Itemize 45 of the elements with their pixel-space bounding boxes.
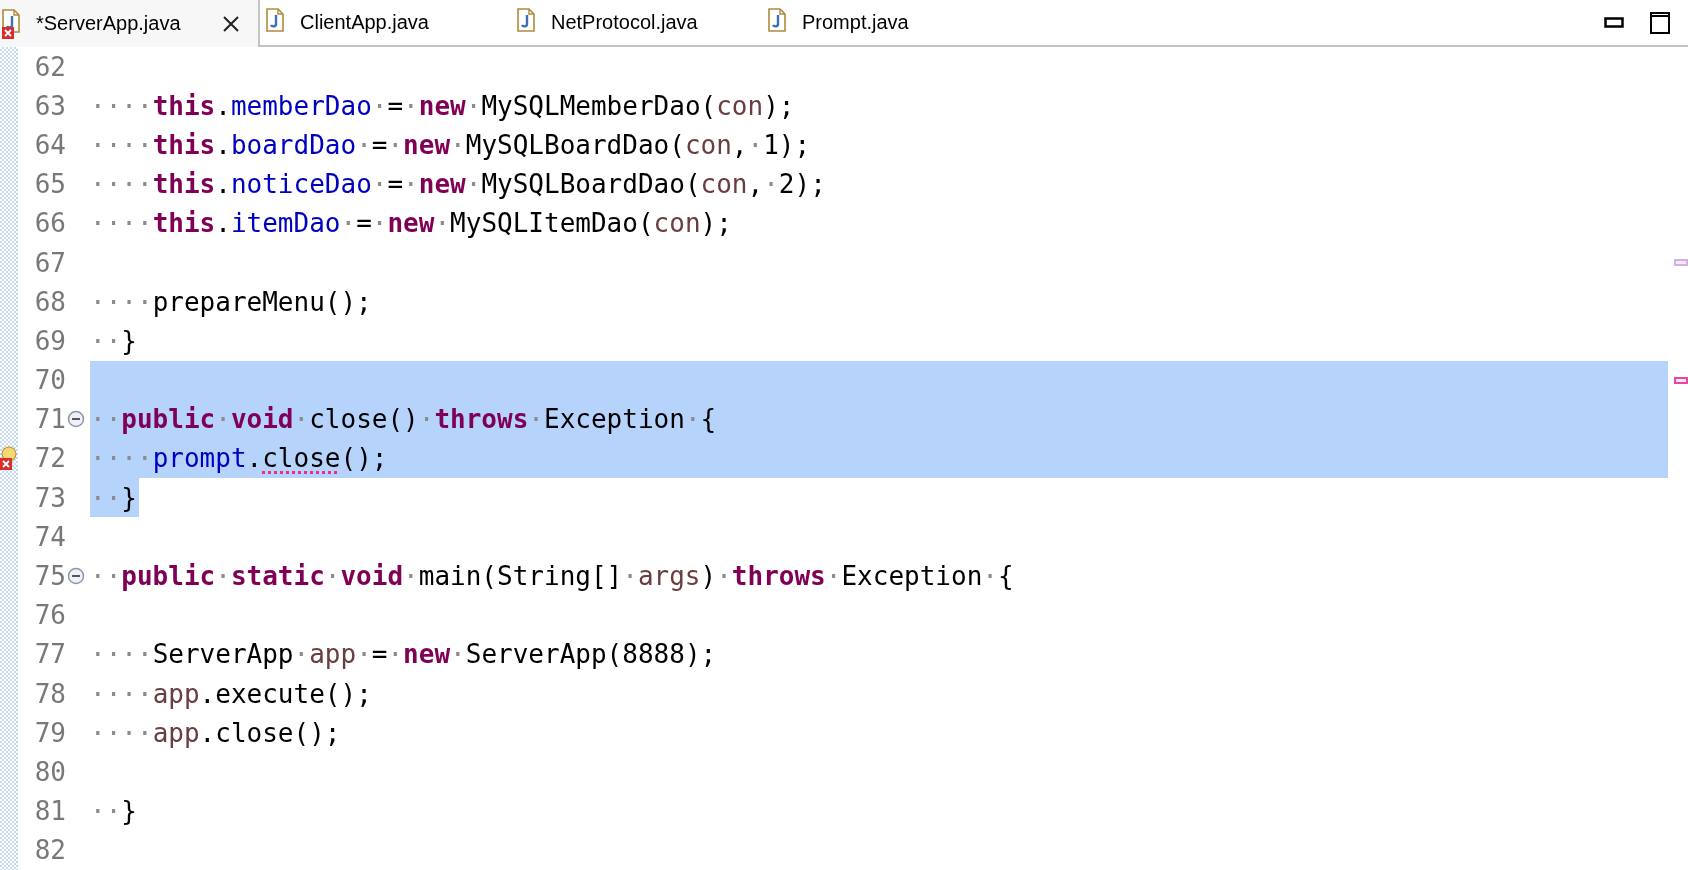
code-line: ····app.close(); xyxy=(90,716,342,750)
overview-marker[interactable] xyxy=(1674,376,1688,384)
line-number: 62 xyxy=(33,51,66,82)
code-line: ····this.noticeDao·=·new·MySQLBoardDao(con,·2); xyxy=(90,168,827,202)
code-line: ····ServerApp·app·=·new·ServerApp(8888); xyxy=(90,638,718,672)
code-line: ··} xyxy=(90,795,138,829)
line-number: 67 xyxy=(33,247,66,278)
java-file-icon xyxy=(768,7,786,32)
line-number: 72 xyxy=(33,443,66,474)
collapse-icon[interactable] xyxy=(67,410,85,429)
line-number: 73 xyxy=(33,482,66,513)
lightbulb-error-icon[interactable] xyxy=(0,446,18,471)
code-line: ··} xyxy=(90,324,138,358)
code-line: ····this.boardDao·=·new·MySQLBoardDao(con,·1); xyxy=(90,128,812,162)
line-number: 79 xyxy=(33,717,66,748)
line-number: 64 xyxy=(33,129,66,160)
line-number: 66 xyxy=(33,208,66,239)
line-number: 82 xyxy=(33,835,66,866)
line-number: 80 xyxy=(33,757,66,787)
collapse-icon[interactable] xyxy=(67,567,85,586)
editor-tab[interactable]: *ServerApp.java xyxy=(0,0,260,47)
code-line: ····prompt.close(); xyxy=(90,442,389,476)
code-line: ····app.execute(); xyxy=(90,677,373,711)
code-line: ····prepareMenu(); xyxy=(90,285,373,319)
line-number: 75 xyxy=(33,561,66,592)
line-number: 81 xyxy=(33,796,66,827)
minimize-button[interactable] xyxy=(1604,16,1624,29)
line-number: 71 xyxy=(33,404,66,435)
line-number: 77 xyxy=(33,639,66,670)
code-line: ····this.memberDao·=·new·MySQLMemberDao(con); xyxy=(90,89,796,123)
code-line: ····this.itemDao·=·new·MySQLItemDao(con); xyxy=(90,207,733,241)
line-number: 63 xyxy=(33,90,66,121)
line-number: 65 xyxy=(33,169,66,200)
overview-marker[interactable] xyxy=(1674,259,1688,267)
line-number: 70 xyxy=(33,365,66,396)
line-number: 74 xyxy=(33,521,66,552)
line-number: 69 xyxy=(33,325,66,356)
line-number: 68 xyxy=(33,286,66,317)
java-file-icon xyxy=(517,7,535,32)
line-number: 78 xyxy=(33,678,66,709)
line-number: 76 xyxy=(33,600,66,631)
code-line: ··public·void·close()·throws·Exception·{ xyxy=(90,403,718,437)
java-file-icon xyxy=(266,7,284,32)
maximize-button[interactable] xyxy=(1650,11,1670,34)
code-line: ··public·static·void·main(String[]·args)·throws·Exception·{ xyxy=(90,560,1015,594)
